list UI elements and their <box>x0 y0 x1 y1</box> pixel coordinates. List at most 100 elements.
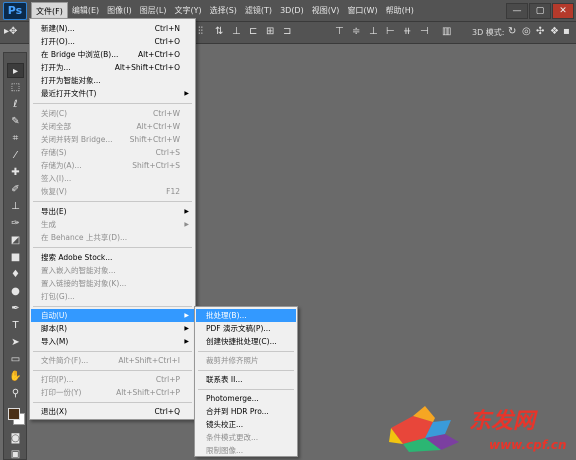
3d-rotate-icon[interactable]: ↻ <box>508 26 516 37</box>
menu-item-recent-files[interactable]: 最近打开文件(T) ▶ <box>31 87 194 100</box>
toolbox: ▸ ⬚ ℓ ✎ ⌗ ⁄ ✚ ✐ ⊥ ✑ ◩ ■ ♦ ● ✒ T ➤ ▭ ✋ ⚲ … <box>3 52 27 460</box>
menu-item-place-linked[interactable]: 置入链接的智能对象(K)... <box>31 277 194 290</box>
menu-item-batch[interactable]: 批处理(B)... <box>196 309 296 322</box>
marquee-tool-icon[interactable]: ⬚ <box>7 80 24 95</box>
distribute-bottom-icon[interactable]: ⊥ <box>369 26 378 37</box>
clone-stamp-tool-icon[interactable]: ⊥ <box>7 199 24 214</box>
menu-item-contact-sheet[interactable]: 联系表 II... <box>196 373 296 386</box>
eyedropper-tool-icon[interactable]: ⁄ <box>7 148 24 163</box>
menu-item-print[interactable]: 打印(P)... Ctrl+P <box>31 373 194 386</box>
path-selection-tool-icon[interactable]: ➤ <box>7 335 24 350</box>
menu-view[interactable]: 视图(V) <box>308 2 344 20</box>
menu-item-open-smart-object[interactable]: 打开为智能对象... <box>31 74 194 87</box>
menu-type[interactable]: 文字(Y) <box>170 2 205 20</box>
menu-item-close-all[interactable]: 关闭全部 Alt+Ctrl+W <box>31 120 194 133</box>
hand-tool-icon[interactable]: ✋ <box>7 369 24 384</box>
3d-slide-icon[interactable]: ❖ <box>550 26 559 37</box>
history-brush-tool-icon[interactable]: ✑ <box>7 216 24 231</box>
quick-select-tool-icon[interactable]: ✎ <box>7 114 24 129</box>
menu-separator <box>198 351 294 352</box>
menu-item-open[interactable]: 打开(O)... Ctrl+O <box>31 35 194 48</box>
close-button[interactable]: ✕ <box>552 2 574 19</box>
menu-item-behance[interactable]: 在 Behance 上共享(D)... <box>31 231 194 244</box>
submenu-arrow-icon: ▶ <box>184 312 189 319</box>
type-tool-icon[interactable]: T <box>7 318 24 333</box>
align-center-icon[interactable]: ⊞ <box>266 26 274 37</box>
3d-roll-icon[interactable]: ◎ <box>522 26 531 37</box>
menu-item-close-go-bridge[interactable]: 关闭并转到 Bridge... Shift+Ctrl+W <box>31 133 194 146</box>
menu-item-automate[interactable]: 自动(U) ▶ <box>31 309 194 322</box>
restore-button[interactable]: ▢ <box>529 2 551 19</box>
menu-item-save[interactable]: 存储(S) Ctrl+S <box>31 146 194 159</box>
screen-mode-icon[interactable]: ▣ <box>7 447 24 460</box>
blur-tool-icon[interactable]: ♦ <box>7 267 24 282</box>
menu-item-browse-bridge[interactable]: 在 Bridge 中浏览(B)... Alt+Ctrl+O <box>31 48 194 61</box>
lasso-tool-icon[interactable]: ℓ <box>7 97 24 112</box>
eraser-tool-icon[interactable]: ◩ <box>7 233 24 248</box>
distribute-right-icon[interactable]: ⊣ <box>420 26 429 37</box>
menu-separator <box>198 389 294 390</box>
menu-item-generate[interactable]: 生成 ▶ <box>31 218 194 231</box>
menu-item-new[interactable]: 新建(N)... Ctrl+N <box>31 22 194 35</box>
distribute-top-icon[interactable]: ⊤ <box>335 26 344 37</box>
brush-tool-icon[interactable]: ✐ <box>7 182 24 197</box>
menu-window[interactable]: 窗口(W) <box>343 2 381 20</box>
menu-layer[interactable]: 图层(L) <box>136 2 171 20</box>
menu-item-revert[interactable]: 恢复(V) F12 <box>31 185 194 198</box>
menu-separator <box>33 402 192 403</box>
menu-item-crop-straighten[interactable]: 裁剪并修齐照片 <box>196 354 296 367</box>
foreground-color-swatch[interactable] <box>8 408 20 420</box>
menu-item-open-as[interactable]: 打开为... Alt+Shift+Ctrl+O <box>31 61 194 74</box>
align-left-icon[interactable]: ⊏ <box>249 26 257 37</box>
menu-item-fit-image[interactable]: 限制图像... <box>196 444 296 457</box>
menu-help[interactable]: 帮助(H) <box>382 2 418 20</box>
menu-item-close[interactable]: 关闭(C) Ctrl+W <box>31 107 194 120</box>
menu-select[interactable]: 选择(S) <box>206 2 241 20</box>
menu-edit[interactable]: 编辑(E) <box>68 2 103 20</box>
menu-item-package[interactable]: 打包(G)... <box>31 290 194 303</box>
menu-file[interactable]: 文件(F) <box>31 1 68 20</box>
menu-item-lens-correction[interactable]: 镜头校正... <box>196 418 296 431</box>
automate-submenu: 批处理(B)... PDF 演示文稿(P)... 创建快捷批处理(C)... 裁… <box>194 306 298 457</box>
menu-item-check-in[interactable]: 签入(I)... <box>31 172 194 185</box>
menu-item-pdf-presentation[interactable]: PDF 演示文稿(P)... <box>196 322 296 335</box>
minimize-button[interactable]: — <box>506 2 528 19</box>
align-vertical-icon[interactable]: ⇅ <box>215 26 223 37</box>
menu-item-import[interactable]: 导入(M) ▶ <box>31 335 194 348</box>
menu-item-photomerge[interactable]: Photomerge... <box>196 392 296 405</box>
pen-tool-icon[interactable]: ✒ <box>7 301 24 316</box>
menu-filter[interactable]: 滤镜(T) <box>241 2 276 20</box>
menu-item-adobe-stock[interactable]: 搜索 Adobe Stock... <box>31 251 194 264</box>
3d-pan-icon[interactable]: ✣ <box>536 26 544 37</box>
menu-3d[interactable]: 3D(D) <box>276 2 308 20</box>
menu-item-file-info[interactable]: 文件简介(F)... Alt+Shift+Ctrl+I <box>31 354 194 367</box>
auto-align-icon[interactable]: ▥ <box>442 26 451 37</box>
menu-item-print-one[interactable]: 打印一份(Y) Alt+Shift+Ctrl+P <box>31 386 194 399</box>
menu-item-conditional-mode[interactable]: 条件模式更改... <box>196 431 296 444</box>
crop-tool-icon[interactable]: ⌗ <box>7 131 24 146</box>
align-icon[interactable]: ⫶⫶ <box>198 26 203 37</box>
distribute-center-icon[interactable]: ⧺ <box>403 26 411 37</box>
gradient-tool-icon[interactable]: ■ <box>7 250 24 265</box>
distribute-middle-icon[interactable]: ≑ <box>352 26 360 37</box>
menu-item-export[interactable]: 导出(E) ▶ <box>31 205 194 218</box>
menu-item-place-embedded[interactable]: 置入嵌入的智能对象... <box>31 264 194 277</box>
menu-item-scripts[interactable]: 脚本(R) ▶ <box>31 322 194 335</box>
move-tool-icon[interactable]: ▸ <box>7 63 24 78</box>
align-bottom-icon[interactable]: ⊥ <box>232 26 241 37</box>
zoom-tool-icon[interactable]: ⚲ <box>7 386 24 401</box>
rectangle-tool-icon[interactable]: ▭ <box>7 352 24 367</box>
healing-brush-tool-icon[interactable]: ✚ <box>7 165 24 180</box>
menu-item-save-as[interactable]: 存储为(A)... Shift+Ctrl+S <box>31 159 194 172</box>
menu-item-exit[interactable]: 退出(X) Ctrl+Q <box>31 405 194 418</box>
align-right-icon[interactable]: ⊐ <box>283 26 291 37</box>
dodge-tool-icon[interactable]: ● <box>7 284 24 299</box>
menu-item-merge-hdr[interactable]: 合并到 HDR Pro... <box>196 405 296 418</box>
menu-item-create-droplet[interactable]: 创建快捷批处理(C)... <box>196 335 296 348</box>
move-tool-preset-icon[interactable]: ▸✥ <box>4 26 17 37</box>
menu-image[interactable]: 图像(I) <box>103 2 136 20</box>
3d-scale-icon[interactable]: ▪ <box>563 26 570 37</box>
distribute-left-icon[interactable]: ⊢ <box>386 26 395 37</box>
quick-mask-icon[interactable]: ◙ <box>7 431 24 446</box>
submenu-arrow-icon: ▶ <box>184 221 189 228</box>
